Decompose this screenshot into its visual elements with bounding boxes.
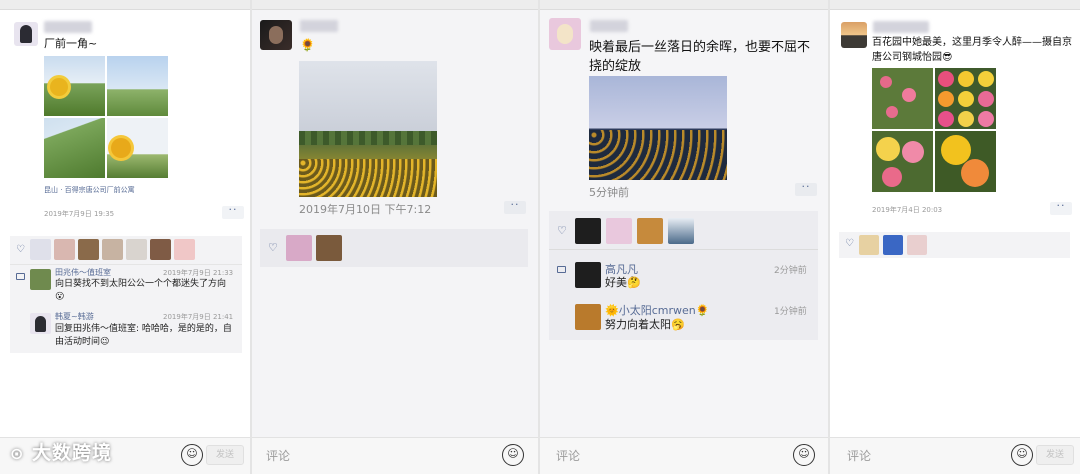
poster-name-blurred[interactable]	[590, 20, 628, 32]
commenter-name[interactable]: 田兆伟～值班室	[55, 267, 111, 278]
comment-input[interactable]: 评论	[839, 443, 1009, 469]
more-actions-button[interactable]: ··	[504, 199, 526, 214]
photo[interactable]	[935, 68, 996, 129]
likes-box: ♡	[260, 229, 528, 267]
like-avatar[interactable]	[30, 239, 51, 260]
post-time: 2019年7月10日 下午7:12	[299, 203, 432, 216]
likes-comments-box: ♡ 高凡凡 2分钟前 好美🤔 🌞小太阳cmrwen🌻 1分钟前 努力向着太阳🥱	[549, 211, 818, 340]
like-avatar[interactable]	[606, 218, 632, 244]
more-actions-button[interactable]: ··	[795, 181, 817, 196]
poster-avatar[interactable]	[260, 20, 292, 50]
moment-panel-1: 厂前一角~ 昆山 · 百得宗唐公司厂前公寓 2019年7月9日 19:35 ··…	[0, 0, 250, 474]
comment-time: 2019年7月9日 21:41	[163, 313, 234, 321]
watermark-logo: ⊙ 大数跨境	[10, 438, 112, 465]
moment-panel-4: 百花园中她最美，这里月季令人醉——摄自京唐公司钢城怡园😎 2019年7月4日 2…	[830, 0, 1080, 474]
post-text: 百花园中她最美，这里月季令人醉——摄自京唐公司钢城怡园😎	[872, 37, 1072, 63]
heart-icon: ♡	[557, 224, 567, 237]
poster-name-blurred[interactable]	[44, 21, 92, 33]
photo[interactable]	[872, 131, 933, 192]
post-time: 2019年7月9日 19:35	[44, 210, 115, 218]
location-link[interactable]: 昆山 · 百得宗唐公司厂前公寓	[44, 185, 135, 195]
emoji-icon[interactable]: ☺	[502, 444, 524, 466]
poster-avatar[interactable]	[549, 18, 581, 50]
top-nav-bar	[830, 0, 1080, 10]
commenter-name[interactable]: 韩夏~韩游	[55, 311, 94, 322]
post-text: 映着最后一丝落日的余晖，也要不屈不挠的绽放	[589, 40, 811, 74]
like-avatar[interactable]	[54, 239, 75, 260]
comment-text[interactable]: 回复田兆伟～值班室: 哈哈哈，是的是的，自由活动时间😉	[55, 323, 235, 349]
emoji-icon[interactable]: ☺	[793, 444, 815, 466]
photo[interactable]	[872, 68, 933, 129]
photo[interactable]	[299, 61, 437, 197]
photo-grid	[44, 56, 168, 178]
commenter-avatar[interactable]	[30, 313, 51, 334]
commenter-name[interactable]: 🌞小太阳cmrwen🌻	[605, 302, 709, 318]
photo-grid	[872, 68, 996, 192]
commenter-name[interactable]: 高凡凡	[605, 261, 638, 277]
top-nav-bar	[0, 0, 250, 10]
top-nav-bar	[252, 0, 538, 10]
like-avatar[interactable]	[907, 235, 927, 255]
comment-bar: 评论 ☺	[252, 437, 538, 474]
emoji-icon[interactable]: ☺	[181, 444, 203, 466]
post-time: 2019年7月4日 20:03	[872, 206, 943, 214]
comment-time: 2019年7月9日 21:33	[163, 269, 234, 277]
moment-panel-3: 映着最后一丝落日的余晖，也要不屈不挠的绽放 5分钟前 ·· ♡ 高凡凡 2分钟前…	[540, 0, 828, 474]
comment-text[interactable]: 努力向着太阳🥱	[605, 318, 685, 332]
commenter-avatar[interactable]	[575, 262, 601, 288]
comment-icon	[557, 266, 566, 273]
moment-panel-2: 🌻 2019年7月10日 下午7:12 ·· ♡ 评论 ☺	[252, 0, 538, 474]
heart-icon: ♡	[268, 241, 278, 254]
more-actions-button[interactable]: ··	[222, 204, 244, 219]
likes-comments-box: ♡ 田兆伟～值班室 2019年7月9日 21:33 向日葵找不到太阳公公一个个都…	[10, 236, 242, 353]
heart-icon: ♡	[845, 238, 854, 249]
like-avatar[interactable]	[286, 235, 312, 261]
poster-name-blurred[interactable]	[873, 21, 929, 33]
photo[interactable]	[935, 131, 996, 192]
like-avatar[interactable]	[78, 239, 99, 260]
comment-text[interactable]: 向日葵找不到太阳公公一个个都迷失了方向😮	[55, 278, 235, 304]
comment-time: 1分钟前	[774, 307, 807, 317]
likes-box: ♡	[839, 232, 1070, 258]
comment-time: 2分钟前	[774, 266, 807, 276]
photo[interactable]	[107, 56, 168, 116]
like-avatar[interactable]	[668, 218, 694, 244]
like-avatar[interactable]	[174, 239, 195, 260]
poster-avatar[interactable]	[841, 22, 867, 48]
comment-icon	[16, 273, 25, 280]
like-avatar[interactable]	[859, 235, 879, 255]
like-avatar[interactable]	[883, 235, 903, 255]
comment-input[interactable]: 评论	[258, 443, 488, 469]
poster-name-blurred[interactable]	[300, 20, 338, 32]
photo[interactable]	[44, 56, 105, 116]
like-avatar[interactable]	[102, 239, 123, 260]
like-avatar[interactable]	[150, 239, 171, 260]
commenter-avatar[interactable]	[575, 304, 601, 330]
comment-bar: 评论 ☺ 发送	[830, 437, 1080, 474]
top-nav-bar	[540, 0, 828, 10]
photo[interactable]	[44, 118, 105, 178]
commenter-avatar[interactable]	[30, 269, 51, 290]
comment-input[interactable]: 评论	[548, 443, 778, 469]
more-actions-button[interactable]: ··	[1050, 200, 1072, 215]
comment-bar: 评论 ☺	[540, 437, 828, 474]
photo[interactable]	[107, 118, 168, 178]
post-time: 5分钟前	[589, 186, 629, 199]
poster-avatar[interactable]	[14, 22, 38, 46]
post-text: 厂前一角~	[44, 37, 98, 50]
heart-icon: ♡	[16, 244, 25, 255]
like-avatar[interactable]	[126, 239, 147, 260]
watermark-glyph: ⊙	[10, 444, 25, 463]
send-button[interactable]: 发送	[1036, 445, 1074, 465]
like-avatar[interactable]	[316, 235, 342, 261]
like-avatar[interactable]	[637, 218, 663, 244]
send-button[interactable]: 发送	[206, 445, 244, 465]
watermark-text: 大数跨境	[32, 442, 113, 464]
comment-text[interactable]: 好美🤔	[605, 276, 641, 290]
like-avatar[interactable]	[575, 218, 601, 244]
emoji-icon[interactable]: ☺	[1011, 444, 1033, 466]
photo[interactable]	[589, 76, 727, 180]
post-text: 🌻	[300, 38, 315, 52]
